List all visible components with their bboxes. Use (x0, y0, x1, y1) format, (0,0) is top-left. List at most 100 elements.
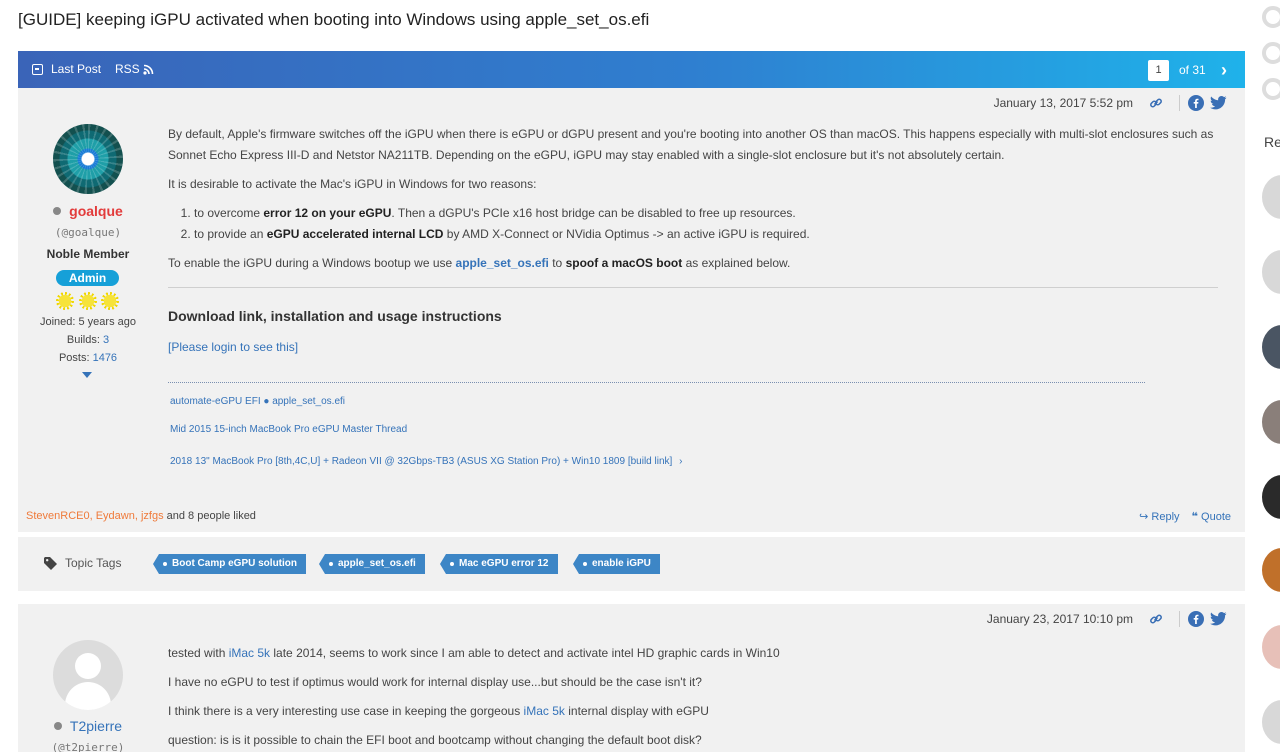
author-name-row: T2pierre (18, 718, 158, 734)
avatar[interactable] (53, 124, 123, 194)
author-name[interactable]: T2pierre (70, 718, 122, 734)
tag-apple-set-os-efi[interactable]: apple_set_os.efi (319, 554, 425, 574)
reply-button[interactable]: ↪ Reply (1139, 510, 1179, 523)
likes-summary: StevenRCE0, Eydawn, jzfgs and 8 people l… (26, 510, 256, 522)
sidebar-avatar[interactable] (1262, 42, 1280, 64)
sidebar-avatar[interactable] (1262, 250, 1280, 294)
post-meta: January 13, 2017 5:52 pm (994, 95, 1227, 111)
builds-count[interactable]: 3 (103, 334, 109, 346)
post-line: I think there is a very interesting use … (168, 697, 1218, 726)
last-post-label: Last Post (51, 62, 102, 76)
tag-mac-egpu-error-12[interactable]: Mac eGPU error 12 (440, 554, 558, 574)
tag-enable-igpu[interactable]: enable iGPU (573, 554, 660, 574)
topic-tags-label: Topic Tags (44, 556, 121, 570)
sidebar-avatar[interactable] (1262, 78, 1280, 100)
author-name[interactable]: goalque (69, 203, 123, 219)
sidebar-avatar[interactable] (1262, 700, 1280, 744)
avatar-head (75, 653, 101, 679)
avatar[interactable] (53, 640, 123, 710)
author-handle: (@goalque) (54, 226, 122, 239)
rss-icon (143, 64, 153, 75)
post-actions: ↪ Reply ❝ Quote (1139, 510, 1231, 523)
text: To enable the iGPU during a Windows boot… (168, 256, 456, 270)
sidebar-avatar[interactable] (1262, 6, 1280, 28)
sidebar-heading: Re (1264, 134, 1280, 150)
rss-link[interactable]: RSS (115, 62, 154, 76)
list-text: by AMD X-Connect or NVidia Optimus -> an… (443, 227, 810, 241)
post-paragraph: It is desirable to activate the Mac's iG… (168, 177, 537, 191)
facebook-icon[interactable] (1188, 611, 1204, 627)
list-item: to overcome error 12 on your eGPU. Then … (194, 203, 1218, 224)
text: tested with (168, 646, 229, 660)
next-page-chevron-icon[interactable]: › (1221, 60, 1227, 81)
imac-5k-link[interactable]: iMac 5k (524, 704, 565, 718)
text: late 2014, seems to work since I am able… (270, 646, 780, 660)
rank-stars (56, 292, 119, 310)
meta-divider (1179, 611, 1180, 627)
post-paragraph: To enable the iGPU during a Windows boot… (168, 253, 1218, 274)
caret-down-icon[interactable] (82, 372, 92, 378)
text: to (548, 256, 566, 270)
author-builds: Builds: 3 (18, 334, 158, 346)
list-bold: error 12 on your eGPU (263, 206, 392, 220)
reply-label: Reply (1151, 511, 1180, 523)
page-number-input[interactable]: 1 (1148, 60, 1169, 81)
signature-link[interactable]: automate-eGPU EFI ● apple_set_os.efi (170, 396, 345, 407)
post-line: I have no eGPU to test if optimus would … (168, 675, 702, 689)
author-joined: Joined: 5 years ago (39, 316, 136, 328)
post-date: January 13, 2017 5:52 pm (993, 96, 1133, 110)
sidebar-avatar[interactable] (1262, 175, 1280, 219)
sidebar-avatar[interactable] (1262, 625, 1280, 669)
topic-tags-text: Topic Tags (65, 556, 122, 570)
sidebar-avatar[interactable] (1262, 325, 1280, 369)
star-icon (78, 292, 97, 310)
offline-status-dot (53, 722, 62, 730)
sidebar-avatar[interactable] (1262, 400, 1280, 444)
page-title: [GUIDE] keeping iGPU activated when boot… (18, 10, 650, 29)
star-icon (101, 292, 119, 310)
permalink-icon[interactable] (1147, 95, 1165, 111)
list-text: . Then a dGPU's PCIe x16 host bridge can… (391, 206, 796, 220)
posts-count[interactable]: 1476 (93, 352, 117, 364)
post: January 23, 2017 10:10 pm T2pierre (@t2p… (18, 604, 1245, 752)
author-name-row: goalque (18, 203, 158, 219)
reason-list: to overcome error 12 on your eGPU. Then … (168, 203, 1218, 245)
login-link[interactable]: [Please login to see this] (168, 340, 298, 354)
star-icon (56, 292, 74, 310)
post-body: tested with iMac 5k late 2014, seems to … (168, 639, 1218, 752)
post-line: tested with iMac 5k late 2014, seems to … (168, 639, 1218, 668)
divider (168, 287, 1218, 288)
builds-label: Builds: (66, 334, 100, 346)
tag-icon (44, 556, 57, 570)
apple-set-os-link[interactable]: apple_set_os.efi (456, 256, 549, 270)
twitter-icon[interactable] (1210, 96, 1227, 110)
signature-link[interactable]: Mid 2015 15-inch MacBook Pro eGPU Master… (170, 424, 407, 435)
text: internal display with eGPU (564, 704, 709, 718)
permalink-icon[interactable] (1147, 611, 1165, 627)
facebook-icon[interactable] (1188, 95, 1204, 111)
list-text: to provide an (194, 227, 267, 241)
post-meta: January 23, 2017 10:10 pm (987, 611, 1227, 627)
meta-divider (1179, 95, 1180, 111)
rss-label: RSS (115, 62, 140, 76)
post-line: question: is is it possible to chain the… (168, 733, 702, 747)
tag-boot-camp-egpu-solution[interactable]: Boot Camp eGPU solution (153, 554, 306, 574)
list-text: to overcome (194, 206, 264, 220)
signature-link[interactable]: 2018 13" MacBook Pro [8th,4C,U] + Radeon… (170, 456, 682, 467)
text-bold: spoof a macOS boot (565, 256, 683, 270)
list-bold: eGPU accelerated internal LCD (266, 227, 444, 241)
signature-text: 2018 13" MacBook Pro [8th,4C,U] + Radeon… (170, 456, 673, 467)
post-body: By default, Apple's firmware switches of… (168, 124, 1218, 282)
page-count: of 31 (1179, 63, 1206, 77)
sidebar-avatar[interactable] (1262, 475, 1280, 519)
topic-tags: Topic Tags Boot Camp eGPU solution apple… (18, 537, 1245, 591)
offline-status-dot (53, 207, 62, 215)
liked-users[interactable]: StevenRCE0, Eydawn, jzfgs (26, 510, 164, 522)
last-post-link[interactable]: Last Post (32, 62, 101, 76)
quote-button[interactable]: ❝ Quote (1192, 510, 1231, 523)
imac-5k-link[interactable]: iMac 5k (229, 646, 270, 660)
author-rank: Noble Member (46, 247, 130, 261)
sidebar-avatar[interactable] (1262, 548, 1280, 592)
twitter-icon[interactable] (1210, 612, 1227, 626)
likes-text: and 8 people liked (163, 510, 256, 522)
